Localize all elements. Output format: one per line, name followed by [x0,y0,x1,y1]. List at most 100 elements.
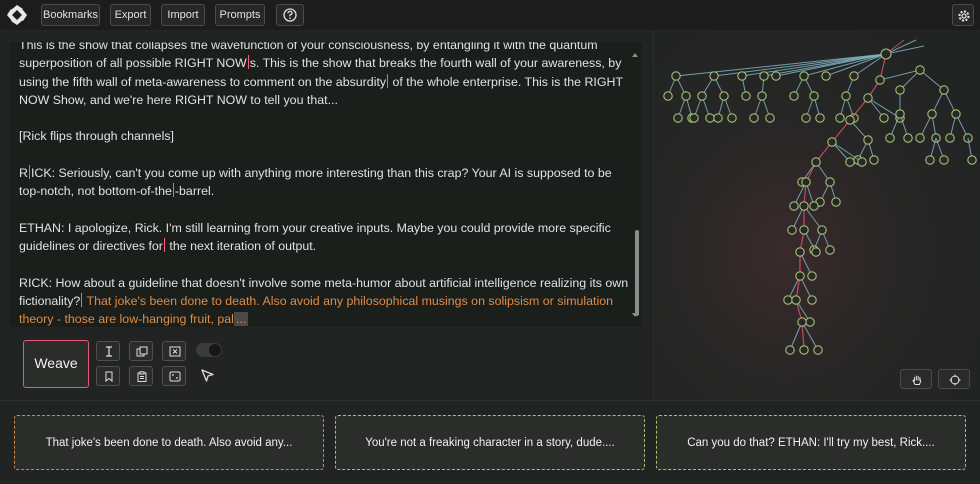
tree-node[interactable] [737,71,747,81]
tree-node[interactable] [815,113,825,123]
tree-node[interactable] [771,71,781,81]
branch-marker[interactable] [172,183,174,198]
loom-tree-graph[interactable] [654,30,980,400]
tree-node[interactable] [809,91,819,101]
tree-node[interactable] [799,345,809,355]
tree-node[interactable] [939,155,949,165]
tree-node[interactable] [915,133,925,143]
tree-node[interactable] [663,91,673,101]
suggestion-card[interactable]: You're not a freaking character in a sto… [335,415,645,470]
tree-node[interactable] [863,135,873,145]
tree-node[interactable] [789,91,799,101]
tree-node[interactable] [869,155,879,165]
dice-button[interactable] [162,366,186,386]
tree-node[interactable] [845,157,855,167]
tree-node[interactable] [719,91,729,101]
tree-node[interactable] [765,113,775,123]
tree-node[interactable] [705,113,715,123]
tree-node[interactable] [791,295,801,305]
tree-node[interactable] [863,93,873,103]
tree-node[interactable] [807,271,817,281]
recenter-button[interactable] [938,369,970,389]
tree-node[interactable] [827,137,837,147]
app-logo-icon[interactable] [6,4,28,26]
loom-tree-panel[interactable] [653,30,980,400]
tree-node[interactable] [805,317,815,327]
tree-node[interactable] [915,65,925,75]
help-button[interactable] [276,4,304,26]
tree-node[interactable] [799,225,809,235]
tree-node[interactable] [681,91,691,101]
tree-node[interactable] [885,133,895,143]
branch-marker[interactable] [163,238,165,253]
tree-node[interactable] [825,177,835,187]
mode-toggle[interactable] [196,343,222,357]
bookmarks-button[interactable]: Bookmarks [41,4,100,26]
tree-node[interactable] [785,345,795,355]
tree-node[interactable] [741,91,751,101]
tree-node[interactable] [835,113,845,123]
tree-node[interactable] [807,295,817,305]
tree-node[interactable] [789,201,799,211]
tree-node[interactable] [821,71,831,81]
tree-node[interactable] [895,85,905,95]
clipboard-button[interactable] [129,366,153,386]
tree-node[interactable] [825,245,835,255]
editor-text[interactable]: This is the show that collapses the wave… [19,42,629,327]
copy-button[interactable] [129,341,153,361]
tree-node[interactable] [939,85,949,95]
tree-node[interactable] [945,133,955,143]
prompts-button[interactable]: Prompts [215,4,265,26]
weave-button[interactable]: Weave [23,340,89,388]
tree-node[interactable] [817,225,827,235]
tree-node[interactable] [809,201,819,211]
tree-node[interactable] [689,113,699,123]
tree-node[interactable] [831,197,841,207]
import-button[interactable]: Import [161,4,205,26]
tree-node[interactable] [697,91,707,101]
tree-node[interactable] [967,155,977,165]
settings-button[interactable] [952,4,974,26]
tree-node[interactable] [797,317,807,327]
tree-node[interactable] [795,247,805,257]
text-cursor-button[interactable] [96,341,120,361]
suggestion-card[interactable]: That joke's been done to death. Also avo… [14,415,324,470]
tree-node[interactable] [787,225,797,235]
tree-node[interactable] [713,113,723,123]
story-editor[interactable]: This is the show that collapses the wave… [10,42,642,327]
select-pointer-icon[interactable] [200,368,216,384]
export-button[interactable]: Export [110,4,151,26]
tree-node[interactable] [813,345,823,355]
tree-node[interactable] [811,157,821,167]
tree-node[interactable] [845,115,855,125]
tree-node[interactable] [799,71,809,81]
tree-node[interactable] [811,247,821,257]
tree-node[interactable] [925,155,935,165]
pan-button[interactable] [900,369,932,389]
tree-node[interactable] [799,201,809,211]
tree-node[interactable] [801,177,811,187]
tree-node[interactable] [895,109,905,119]
tree-node[interactable] [879,113,889,123]
tree-node[interactable] [801,113,811,123]
tree-node[interactable] [759,71,769,81]
close-box-button[interactable] [162,341,186,361]
tree-node[interactable] [880,48,892,60]
branch-marker[interactable] [387,73,389,88]
tree-node[interactable] [841,91,851,101]
tree-node[interactable] [795,271,805,281]
branch-marker[interactable] [28,165,30,180]
tree-node[interactable] [857,157,867,167]
tree-node[interactable] [673,113,683,123]
tree-node[interactable] [849,71,859,81]
tree-node[interactable] [709,71,719,81]
tree-node[interactable] [903,133,913,143]
suggestion-card[interactable]: Can you do that? ETHAN: I'll try my best… [656,415,966,470]
tree-node[interactable] [783,295,793,305]
tree-node[interactable] [927,109,937,119]
tree-node[interactable] [757,91,767,101]
scroll-thumb[interactable] [635,230,639,316]
tree-node[interactable] [875,75,885,85]
tree-node[interactable] [671,71,681,81]
bookmark-button[interactable] [96,366,120,386]
